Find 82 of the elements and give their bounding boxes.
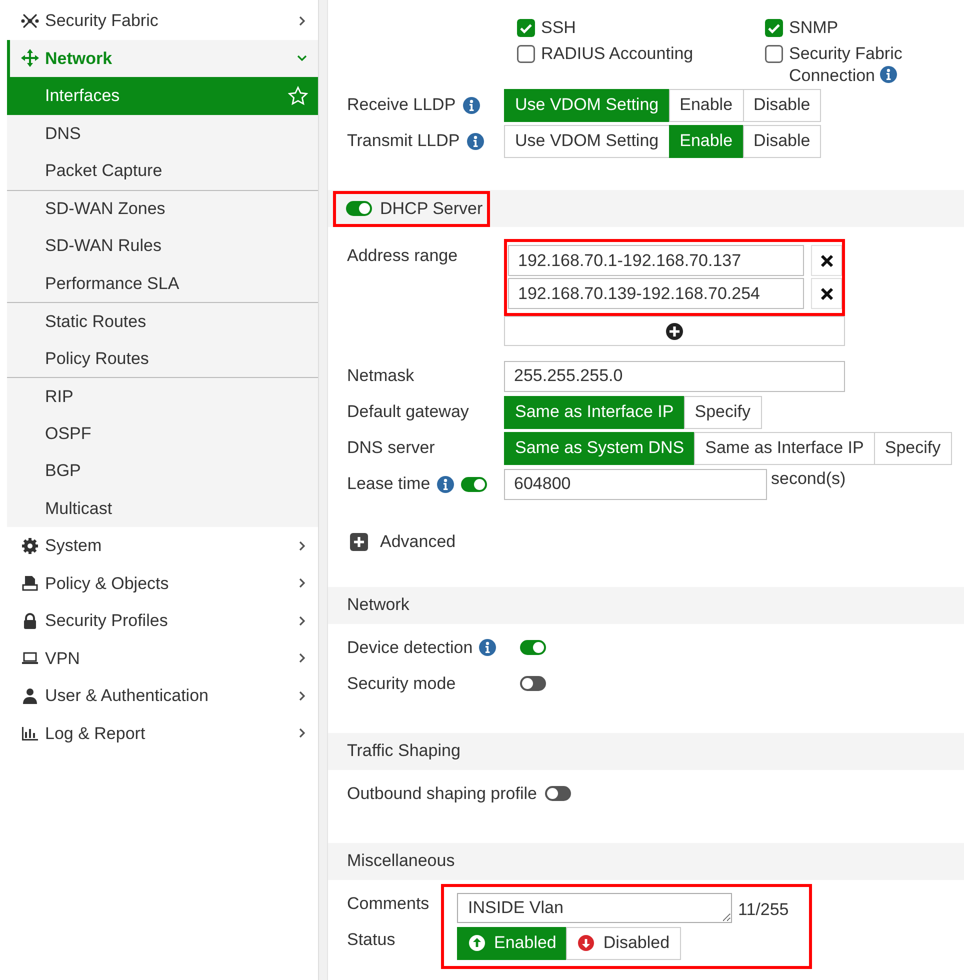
checkbox[interactable]	[765, 19, 783, 37]
section-title: DHCP Server	[380, 198, 483, 220]
document-icon	[21, 574, 39, 592]
segment-button[interactable]: Use VDOM Setting	[504, 88, 670, 122]
sidebar-subitem[interactable]: Interfaces	[7, 77, 318, 114]
checkbox-option[interactable]: RADIUS Accounting	[517, 43, 765, 87]
sidebar-item[interactable]: VPN	[7, 640, 318, 677]
sidebar-item[interactable]: System	[7, 527, 318, 564]
user-icon	[21, 686, 39, 705]
field-label: Comments	[347, 892, 430, 915]
field-label: Status	[347, 928, 396, 951]
plus-square-icon	[350, 532, 368, 551]
arrow-down-icon	[577, 934, 596, 952]
toggle-switch[interactable]	[520, 640, 546, 655]
sidebar-item[interactable]: Log & Report	[7, 714, 318, 752]
field-label: Receive LLDP	[347, 94, 456, 116]
arrow-up-icon	[468, 934, 486, 952]
segment-button[interactable]: Same as Interface IP	[504, 396, 685, 428]
sidebar-item[interactable]: User & Authentication	[7, 677, 318, 714]
toggle-switch[interactable]	[544, 786, 571, 801]
segment-button[interactable]: Enable	[668, 124, 744, 158]
lock-icon	[21, 612, 39, 630]
unit-label: second(s)	[771, 468, 846, 490]
delete-button[interactable]	[811, 245, 842, 276]
address-range-field[interactable]: 192.168.70.139-192.168.70.254	[508, 278, 804, 309]
sidebar-subitem[interactable]: BGP	[7, 452, 318, 490]
close-icon	[820, 254, 834, 268]
segment-button[interactable]: Disable	[742, 124, 822, 158]
plus-icon	[666, 322, 683, 340]
comments-field[interactable]: INSIDE Vlan	[457, 892, 732, 922]
field-label: Transmit LLDP	[347, 130, 460, 152]
lease-time-field[interactable]: 604800	[504, 468, 767, 500]
section-title: Traffic Shaping	[347, 740, 460, 762]
field-label: Device detection	[347, 636, 473, 659]
sidebar-subitem[interactable]: Policy Routes	[7, 340, 318, 377]
gear-icon	[21, 536, 39, 555]
field-label: DNS server	[347, 437, 435, 460]
move-icon	[21, 49, 39, 68]
segment-button[interactable]: Disabled	[566, 926, 681, 960]
sidebar-subitem[interactable]: Packet Capture	[7, 152, 318, 190]
toggle-switch[interactable]	[461, 476, 488, 492]
checkbox[interactable]	[765, 45, 783, 63]
delete-button[interactable]	[811, 278, 842, 309]
segment-button[interactable]: Use VDOM Setting	[504, 124, 670, 158]
sidebar-subitem[interactable]: Performance SLA	[7, 264, 318, 302]
field-label: Default gateway	[347, 401, 469, 424]
section-title: Miscellaneous	[347, 850, 455, 872]
toggle-switch[interactable]	[346, 201, 372, 216]
sidebar-subitem[interactable]: OSPF	[7, 414, 318, 452]
text-field[interactable]: 255.255.255.0	[504, 360, 845, 392]
segment-button[interactable]: Same as Interface IP	[694, 432, 875, 464]
star-icon[interactable]	[288, 86, 308, 106]
field-label: Outbound shaping profile	[347, 782, 537, 805]
segment-button[interactable]: Same as System DNS	[504, 432, 696, 464]
sidebar-subitem[interactable]: DNS	[7, 114, 318, 152]
section-title: Network	[347, 594, 410, 616]
toggle-switch[interactable]	[520, 676, 546, 691]
field-label: Address range	[347, 245, 458, 267]
segment-button[interactable]: Disable	[742, 88, 822, 122]
checkbox-option[interactable]: SNMP	[765, 17, 964, 39]
segment-button[interactable]: Enable	[668, 88, 744, 122]
segment-button[interactable]: Enabled	[457, 926, 568, 960]
sidebar-subitem[interactable]: Multicast	[7, 490, 318, 527]
checkbox[interactable]	[517, 45, 535, 63]
sidebar-subitem[interactable]: SD-WAN Rules	[7, 227, 318, 264]
sidebar-item[interactable]: Policy & Objects	[7, 564, 318, 602]
address-range-field[interactable]: 192.168.70.1-192.168.70.137	[508, 245, 804, 276]
advanced-expander[interactable]: Advanced	[328, 528, 964, 556]
checkbox-option[interactable]: SSH	[517, 17, 765, 39]
field-label: Netmask	[347, 365, 414, 388]
segment-button[interactable]: Specify	[684, 396, 762, 428]
chart-icon	[21, 724, 39, 742]
close-icon	[820, 286, 834, 300]
field-label: Security mode	[347, 672, 456, 695]
field-label: Lease time	[347, 473, 430, 496]
character-counter: 11/255	[738, 899, 789, 921]
checkbox-option[interactable]: Security Fabric Connection	[765, 43, 964, 87]
sidebar-item[interactable]: Security Profiles	[7, 602, 318, 640]
segment-button[interactable]: Specify	[874, 432, 952, 464]
checkbox[interactable]	[517, 19, 535, 37]
sidebar-item[interactable]: Security Fabric	[7, 2, 318, 40]
network-icon	[21, 12, 39, 30]
